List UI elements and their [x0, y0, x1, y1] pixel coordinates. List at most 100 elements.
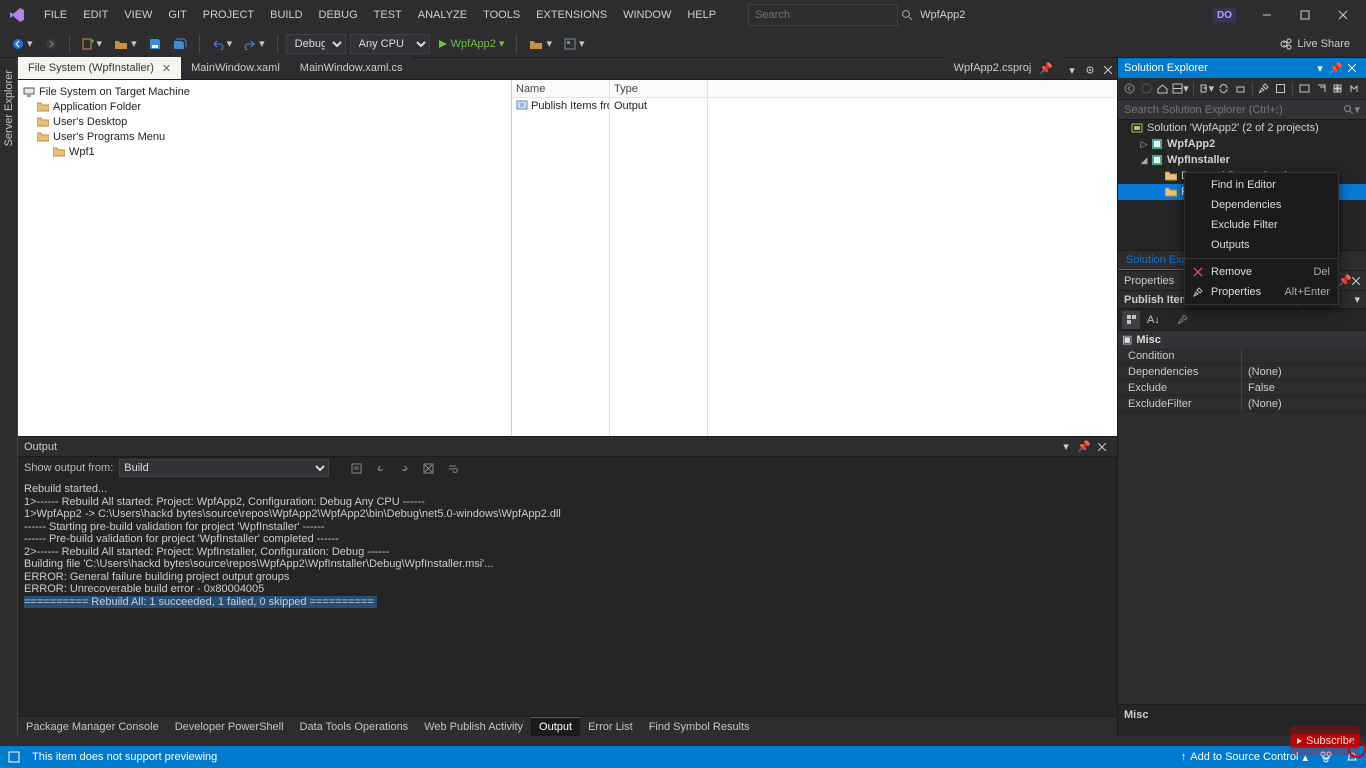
bottom-tab-developer-powershell[interactable]: Developer PowerShell — [167, 718, 292, 736]
bottom-tab-output[interactable]: Output — [531, 717, 580, 736]
properties-categorized-button[interactable] — [1122, 311, 1140, 329]
fs-folder[interactable]: Wpf1 — [20, 144, 509, 159]
se-view4-icon[interactable] — [1347, 80, 1362, 98]
bottom-tab-web-publish-activity[interactable]: Web Publish Activity — [416, 718, 531, 736]
output-wordwrap-button[interactable] — [443, 459, 461, 477]
left-toolbox-strip[interactable]: Server Explorer — [0, 58, 18, 736]
solution-explorer-menu-button[interactable]: ▾ — [1312, 60, 1328, 76]
solution-node[interactable]: ▷WpfApp2 — [1118, 136, 1366, 152]
property-value[interactable]: False — [1242, 380, 1366, 396]
properties-alphabetical-button[interactable]: A↓ — [1143, 311, 1161, 329]
properties-pin-button[interactable]: 📌 — [1338, 274, 1352, 287]
se-pending-changes-icon[interactable]: ▾ — [1198, 80, 1215, 98]
list-row-name[interactable]: Publish Items from ... — [512, 98, 609, 114]
se-preview-icon[interactable] — [1297, 80, 1312, 98]
status-fork-icon[interactable] — [1318, 749, 1334, 765]
se-home-icon[interactable] — [1156, 80, 1171, 98]
solution-explorer-pin-button[interactable]: 📌 — [1328, 60, 1344, 76]
bottom-tab-find-symbol-results[interactable]: Find Symbol Results — [641, 718, 758, 736]
list-row-type[interactable]: Output — [610, 98, 707, 114]
properties-close-button[interactable] — [1352, 277, 1360, 285]
context-menu-item[interactable]: Exclude Filter — [1185, 215, 1338, 235]
save-all-button[interactable] — [169, 36, 191, 52]
nav-forward-button[interactable] — [41, 36, 61, 52]
global-search[interactable] — [748, 4, 898, 26]
output-next-message-button[interactable] — [395, 459, 413, 477]
property-row[interactable]: Dependencies(None) — [1118, 364, 1366, 380]
context-menu[interactable]: Find in EditorDependenciesExclude Filter… — [1184, 172, 1339, 305]
menu-build[interactable]: BUILD — [262, 5, 310, 25]
file-system-tree[interactable]: File System on Target Machine Applicatio… — [18, 80, 512, 436]
bottom-tab-data-tools-operations[interactable]: Data Tools Operations — [292, 718, 417, 736]
menu-edit[interactable]: EDIT — [75, 5, 116, 25]
output-clear-button[interactable] — [419, 459, 437, 477]
context-menu-properties[interactable]: PropertiesAlt+Enter — [1185, 282, 1338, 302]
open-file-button[interactable]: ▾ — [110, 35, 141, 52]
output-find-message-button[interactable] — [347, 459, 365, 477]
new-item-button[interactable]: ▾ — [78, 35, 107, 52]
document-tab[interactable]: MainWindow.xaml — [181, 57, 290, 79]
property-value[interactable]: (None) — [1242, 396, 1366, 412]
solution-explorer-search[interactable]: ▾ — [1118, 100, 1366, 120]
solution-explorer-close-button[interactable] — [1344, 60, 1360, 76]
add-to-source-control-button[interactable]: ↑Add to Source Control▴ — [1181, 751, 1308, 764]
solution-root[interactable]: Solution 'WpfApp2' (2 of 2 projects) — [1118, 120, 1366, 136]
undo-button[interactable]: ▾ — [208, 35, 237, 52]
se-view3-icon[interactable] — [1330, 80, 1345, 98]
tab-settings-button[interactable] — [1081, 61, 1099, 79]
menu-help[interactable]: HELP — [679, 5, 724, 25]
live-share-button[interactable]: Live Share — [1270, 38, 1358, 50]
output-source-select[interactable]: Build — [119, 459, 329, 477]
toolbar-registry-button[interactable]: ▾ — [560, 35, 589, 52]
se-collapse-all-icon[interactable] — [1233, 80, 1248, 98]
file-system-list[interactable]: Name Publish Items from ... Type Output — [512, 80, 1117, 436]
menu-debug[interactable]: DEBUG — [311, 5, 366, 25]
server-explorer-tab[interactable]: Server Explorer — [1, 66, 17, 150]
redo-button[interactable]: ▾ — [240, 35, 269, 52]
preview-pin-icon[interactable]: 📌 — [1039, 62, 1053, 75]
context-menu-item[interactable]: Dependencies — [1185, 195, 1338, 215]
se-sync-icon[interactable] — [1216, 80, 1231, 98]
list-header-type[interactable]: Type — [610, 80, 707, 98]
save-button[interactable] — [145, 36, 165, 52]
property-row[interactable]: ExcludeFalse — [1118, 380, 1366, 396]
output-text[interactable]: Rebuild started...1>------ Rebuild All s… — [18, 479, 1117, 716]
window-close-button[interactable] — [1326, 3, 1360, 27]
menu-project[interactable]: PROJECT — [195, 5, 262, 25]
menu-file[interactable]: FILE — [36, 5, 75, 25]
document-tab[interactable]: File System (WpfInstaller)✕ — [18, 57, 181, 79]
expander-icon[interactable]: ◢ — [1138, 155, 1150, 166]
menu-window[interactable]: WINDOW — [615, 5, 679, 25]
se-switch-views-icon[interactable]: ▾ — [1172, 80, 1189, 98]
property-value[interactable]: (None) — [1242, 364, 1366, 380]
document-tab-right[interactable]: WpfApp2.csproj 📌 — [944, 57, 1063, 79]
menu-test[interactable]: TEST — [366, 5, 410, 25]
document-tab[interactable]: MainWindow.xaml.cs — [290, 57, 413, 79]
solution-explorer-search-input[interactable] — [1124, 104, 1343, 116]
output-pin-button[interactable]: 📌 — [1075, 438, 1093, 456]
platform-select[interactable]: Any CPU — [350, 34, 430, 54]
properties-wrench-button[interactable] — [1173, 311, 1191, 329]
fs-folder[interactable]: User's Programs Menu — [20, 129, 509, 144]
property-row[interactable]: ExcludeFilter(None) — [1118, 396, 1366, 412]
menu-view[interactable]: VIEW — [116, 5, 160, 25]
toolbar-folder-button[interactable]: ▾ — [525, 35, 556, 52]
fs-folder[interactable]: Application Folder — [20, 99, 509, 114]
configuration-select[interactable]: Debug — [286, 34, 346, 54]
menu-tools[interactable]: TOOLS — [475, 5, 528, 25]
list-header-name[interactable]: Name — [512, 80, 609, 98]
bottom-tab-package-manager-console[interactable]: Package Manager Console — [18, 718, 167, 736]
se-view2-icon[interactable] — [1314, 80, 1329, 98]
output-close-button[interactable] — [1093, 438, 1111, 456]
se-show-all-icon[interactable] — [1273, 80, 1288, 98]
properties-category[interactable]: ▣ Misc — [1118, 331, 1366, 348]
fs-folder[interactable]: User's Desktop — [20, 114, 509, 129]
se-properties-icon[interactable] — [1257, 80, 1272, 98]
fs-root[interactable]: File System on Target Machine — [20, 84, 509, 99]
expander-icon[interactable]: ▷ — [1138, 139, 1150, 150]
property-value[interactable] — [1242, 348, 1366, 364]
menu-extensions[interactable]: EXTENSIONS — [528, 5, 615, 25]
context-menu-item[interactable]: Outputs — [1185, 235, 1338, 255]
properties-grid[interactable]: ▣ MiscConditionDependencies(None)Exclude… — [1118, 331, 1366, 704]
se-back-icon[interactable] — [1122, 80, 1137, 98]
